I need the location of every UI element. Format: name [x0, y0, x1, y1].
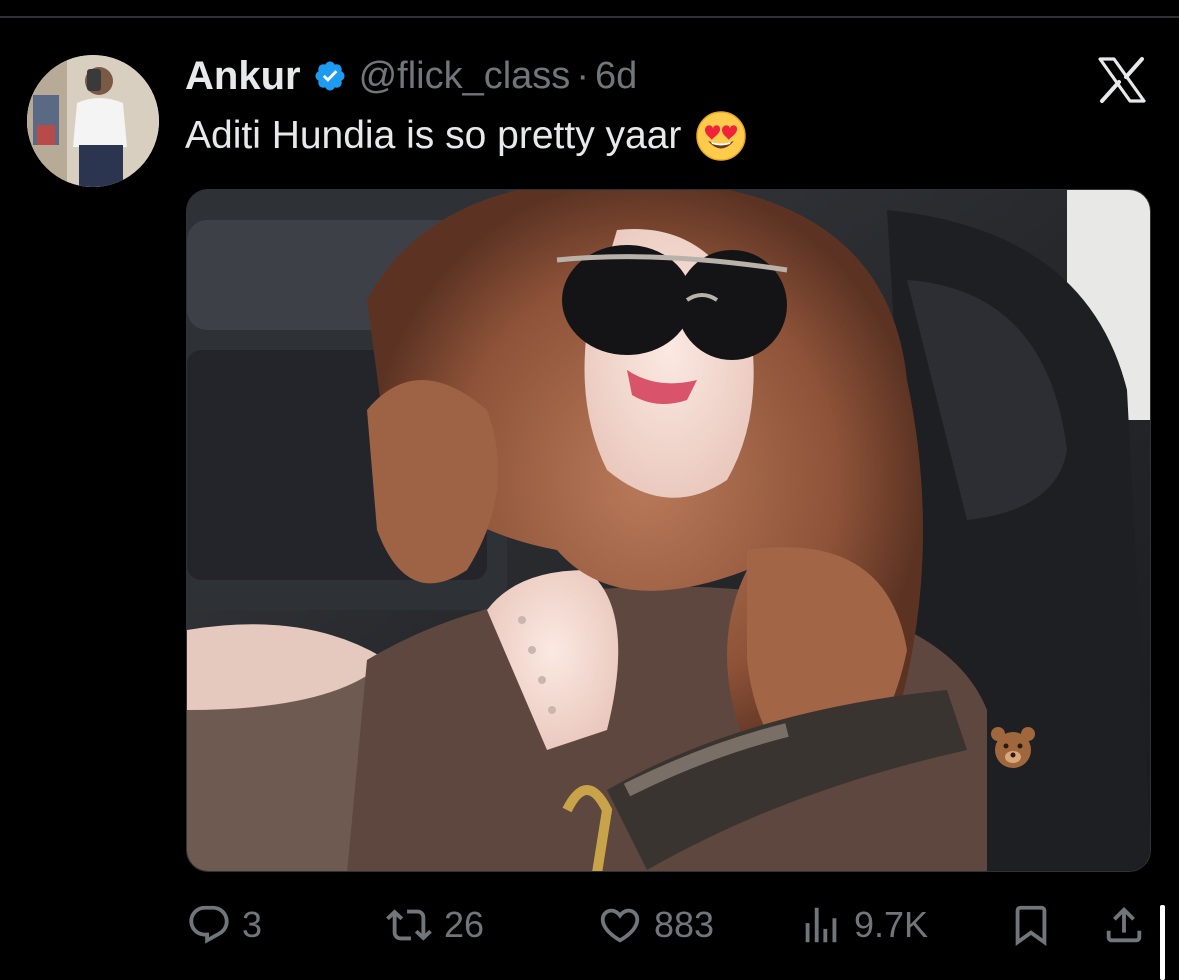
like-count: 883 [654, 904, 715, 945]
display-name[interactable]: Ankur [185, 54, 301, 99]
views-icon [798, 902, 844, 948]
reply-button[interactable]: 3 [186, 895, 262, 955]
avatar[interactable] [27, 55, 159, 187]
tweet-media-image[interactable] [186, 189, 1151, 872]
share-icon [1101, 902, 1147, 948]
heart-icon [596, 902, 644, 948]
repost-button[interactable]: 26 [384, 895, 484, 955]
tweet-header: Ankur @flick_class · 6d [185, 52, 637, 100]
reply-count: 3 [242, 904, 263, 945]
repost-icon [384, 902, 434, 948]
repost-count: 26 [444, 904, 485, 945]
views-count: 9.7K [854, 904, 929, 945]
top-divider [0, 16, 1179, 18]
timestamp[interactable]: 6d [595, 55, 637, 98]
reply-icon [186, 902, 232, 948]
verified-badge-icon [313, 59, 347, 93]
scrollbar[interactable] [1160, 905, 1165, 980]
bookmark-button[interactable] [1008, 895, 1054, 955]
share-button[interactable] [1101, 895, 1147, 955]
x-logo-icon[interactable] [1096, 56, 1148, 104]
separator-dot: · [576, 54, 589, 97]
user-handle[interactable]: @flick_class [359, 55, 571, 98]
bookmark-icon [1008, 902, 1054, 948]
views-button[interactable]: 9.7K [798, 895, 928, 955]
action-bar: 3 26 883 9.7K [186, 895, 1166, 955]
like-button[interactable]: 883 [596, 895, 714, 955]
heart-eyes-emoji-icon [695, 110, 747, 162]
tweet-body: Aditi Hundia is so pretty yaar [185, 114, 682, 157]
tweet-text: Aditi Hundia is so pretty yaar [185, 110, 747, 162]
